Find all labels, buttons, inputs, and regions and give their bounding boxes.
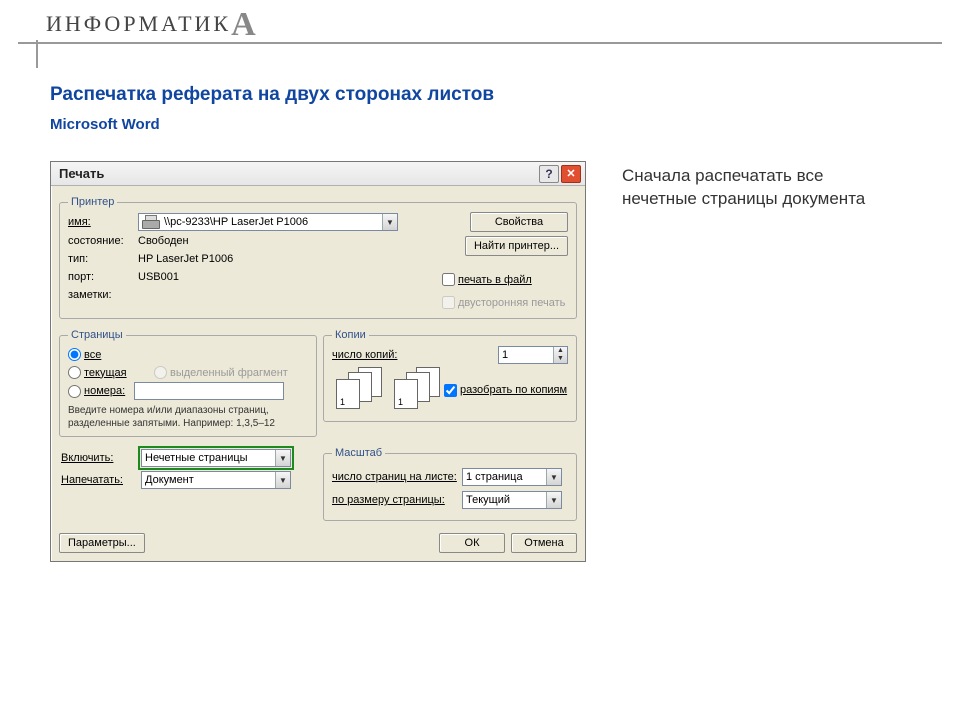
spinner-arrows-icon: ▲▼: [553, 347, 567, 363]
pages-help-2: разделенные запятыми. Например: 1,3,5–12: [68, 418, 308, 431]
close-button[interactable]: ✕: [561, 165, 581, 183]
brand-prefix: ИНФОРМАТИК: [46, 11, 231, 36]
pages-help-1: Введите номера и/или диапазоны страниц,: [68, 405, 308, 418]
title-block: Распечатка реферата на двух сторонах лис…: [50, 84, 960, 133]
dialog-title: Печать: [59, 166, 537, 181]
find-printer-button[interactable]: Найти принтер...: [465, 236, 568, 256]
pages-numbers-label: номера:: [84, 385, 134, 397]
pages-group: Страницы все текущая выделенный фрагмент…: [59, 329, 317, 437]
page-header: ИНФОРМАТИКА: [18, 6, 942, 44]
pages-numbers-radio[interactable]: [68, 385, 81, 398]
printer-icon: [142, 215, 160, 229]
duplex-label: двусторонняя печать: [458, 297, 565, 309]
sheet-number: 1: [398, 397, 403, 407]
pages-selection-label: выделенный фрагмент: [170, 367, 288, 379]
printer-status-value: Свободен: [138, 235, 189, 247]
printer-legend: Принтер: [68, 196, 117, 208]
printer-type-value: HP LaserJet P1006: [138, 253, 233, 265]
chevron-down-icon: ▼: [275, 472, 290, 488]
printer-notes-label: заметки:: [68, 289, 138, 301]
collate-checkbox[interactable]: [444, 384, 457, 397]
printer-name-value: \\pc-9233\HP LaserJet P1006: [164, 216, 308, 228]
collate-illustration: 1 1: [336, 369, 440, 413]
include-label: Включить:: [61, 452, 141, 464]
pps-value: 1 страница: [466, 471, 523, 483]
brand: ИНФОРМАТИКА: [18, 6, 942, 44]
params-button[interactable]: Параметры...: [59, 533, 145, 553]
cancel-button[interactable]: Отмена: [511, 533, 577, 553]
copies-count-value: 1: [502, 349, 508, 361]
copies-group: Копии число копий: 1 ▲▼: [323, 329, 577, 422]
header-rule: [18, 42, 942, 44]
printer-port-label: порт:: [68, 271, 138, 283]
brand-suffix: А: [231, 6, 259, 44]
ok-button[interactable]: ОК: [439, 533, 505, 553]
pages-legend: Страницы: [68, 329, 126, 341]
printer-type-label: тип:: [68, 253, 138, 265]
copies-legend: Копии: [332, 329, 369, 341]
pages-current-label: текущая: [84, 367, 154, 379]
pages-selection-radio: [154, 366, 167, 379]
help-button[interactable]: ?: [539, 165, 559, 183]
scale-group: Масштаб число страниц на листе: 1 страни…: [323, 447, 577, 521]
pages-help: Введите номера и/или диапазоны страниц, …: [68, 405, 308, 430]
sheet-number: 1: [340, 397, 345, 407]
fit-combo[interactable]: Текущий ▼: [462, 491, 562, 509]
include-value: Нечетные страницы: [145, 452, 248, 464]
print-to-file-checkbox[interactable]: [442, 273, 455, 286]
pps-combo[interactable]: 1 страница ▼: [462, 468, 562, 486]
collate-label: разобрать по копиям: [460, 384, 567, 396]
printer-status-label: состояние:: [68, 235, 138, 247]
printer-name-label: имя:: [68, 216, 138, 228]
dialog-titlebar[interactable]: Печать ? ✕: [51, 162, 585, 186]
page-title: Распечатка реферата на двух сторонах лис…: [50, 84, 960, 106]
pps-label: число страниц на листе:: [332, 471, 462, 483]
chevron-down-icon: ▼: [546, 469, 561, 485]
print-what-combo[interactable]: Документ ▼: [141, 471, 291, 489]
scale-legend: Масштаб: [332, 447, 385, 459]
duplex-checkbox: [442, 296, 455, 309]
chevron-down-icon: ▼: [546, 492, 561, 508]
side-note: Сначала распечатать все нечетные страниц…: [622, 165, 882, 211]
pages-numbers-input[interactable]: [134, 382, 284, 400]
print-to-file-label: печать в файл: [458, 274, 532, 286]
printer-port-value: USB001: [138, 271, 179, 283]
print-what-value: Документ: [145, 474, 194, 486]
chevron-down-icon: ▼: [382, 214, 397, 230]
fit-label: по размеру страницы:: [332, 494, 462, 506]
fit-value: Текущий: [466, 494, 510, 506]
copies-count-spinner[interactable]: 1 ▲▼: [498, 346, 568, 364]
chevron-down-icon: ▼: [275, 450, 290, 466]
pages-current-radio[interactable]: [68, 366, 81, 379]
print-what-label: Напечатать:: [61, 474, 141, 486]
include-combo[interactable]: Нечетные страницы ▼: [141, 449, 291, 467]
pages-all-radio[interactable]: [68, 348, 81, 361]
printer-name-combo[interactable]: \\pc-9233\HP LaserJet P1006 ▼: [138, 213, 398, 231]
copies-count-label: число копий:: [332, 349, 422, 361]
page-subtitle: Microsoft Word: [50, 116, 960, 133]
printer-group: Принтер имя: \\pc-9233\HP LaserJet P1006…: [59, 196, 577, 319]
pages-all-label: все: [84, 349, 101, 361]
print-dialog: Печать ? ✕ Принтер имя: \\pc-9233\HP Las…: [50, 161, 586, 562]
properties-button[interactable]: Свойства: [470, 212, 568, 232]
